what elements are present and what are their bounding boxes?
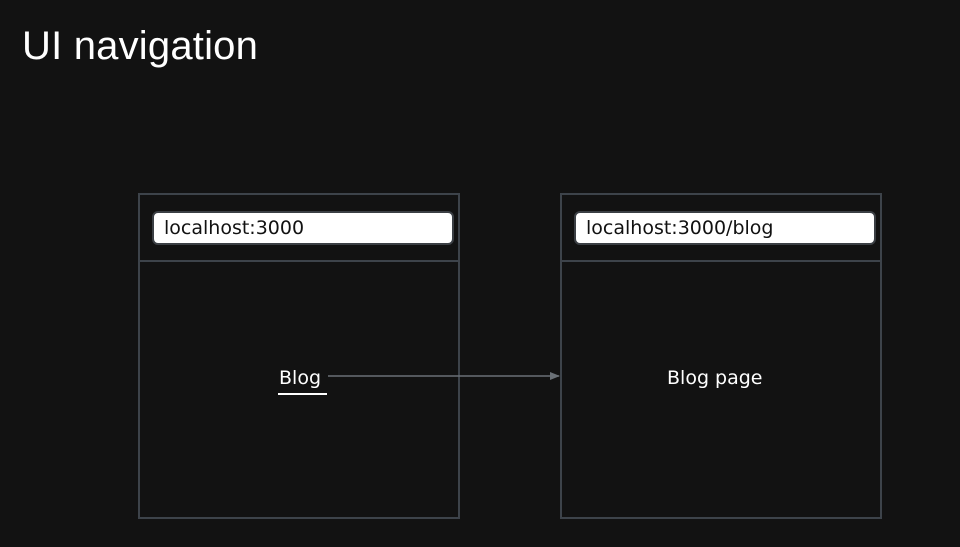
address-bar-home[interactable]: localhost:3000 xyxy=(152,211,454,245)
slide-title: UI navigation xyxy=(22,24,259,68)
blog-link[interactable]: Blog xyxy=(279,365,321,391)
browser-header-blog: localhost:3000/blog xyxy=(562,195,880,262)
address-bar-blog[interactable]: localhost:3000/blog xyxy=(574,211,876,245)
blog-page-label: Blog page xyxy=(667,367,763,389)
browser-window-home: localhost:3000 xyxy=(138,193,460,519)
blog-link-underline xyxy=(278,393,327,395)
browser-header-home: localhost:3000 xyxy=(140,195,458,262)
browser-window-blog: localhost:3000/blog xyxy=(560,193,882,519)
